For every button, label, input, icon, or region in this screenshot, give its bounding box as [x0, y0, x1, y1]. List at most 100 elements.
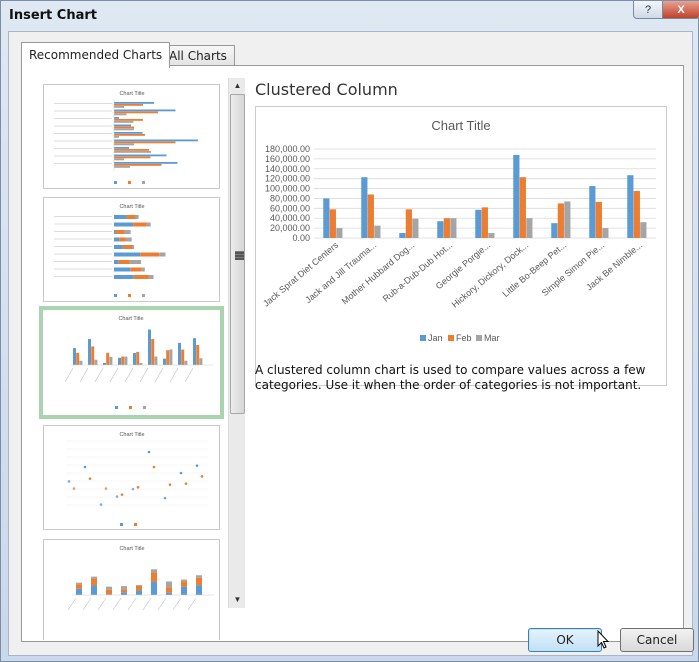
thumb-label-line [157, 597, 167, 611]
thumb-bar [184, 360, 188, 365]
thumb-bar [114, 126, 134, 129]
thumb-bar [181, 349, 185, 365]
thumb-bar [114, 222, 134, 227]
cancel-button[interactable]: Cancel [620, 628, 694, 652]
close-button[interactable]: X [662, 1, 699, 19]
ok-button[interactable]: OK [528, 628, 602, 652]
thumb-legend-swatch [128, 181, 131, 184]
thumb-legend-swatch [115, 406, 118, 409]
thumb-bar [114, 117, 119, 119]
thumb-bar [114, 139, 198, 142]
bar-jan [551, 223, 558, 238]
close-icon: X [677, 3, 685, 16]
thumb-bar [163, 358, 166, 365]
thumb-bar [169, 349, 173, 365]
chart-thumbnail-list: Chart Title Chart Title Chart Title Char… [35, 78, 245, 640]
thumb-bar [196, 585, 202, 595]
thumbnail-clustered-column[interactable]: Chart Title [39, 306, 224, 419]
thumb-bar [124, 356, 128, 365]
thumb-bar [114, 113, 127, 116]
thumbnail-stacked-column[interactable]: Chart Title [43, 539, 220, 640]
thumb-bar [133, 222, 147, 227]
bar-feb [329, 209, 336, 238]
thumb-point [88, 477, 92, 480]
bar-mar [602, 228, 609, 238]
scrollbar-thumb[interactable]: ▬ ▬ ▬ [230, 94, 245, 414]
thumb-bar [114, 151, 151, 153]
thumb-bar [151, 581, 157, 595]
thumb-point [120, 493, 124, 496]
bar-mar [640, 222, 647, 238]
thumb-bar [114, 245, 123, 249]
thumb-bar [159, 252, 166, 257]
thumb-bar [76, 582, 82, 585]
thumb-label-line [154, 367, 164, 383]
thumb-bar [118, 357, 121, 365]
tab-recommended-charts[interactable]: Recommended Charts [21, 42, 171, 68]
thumb-bar [114, 147, 129, 149]
thumb-bar [76, 352, 80, 365]
thumb-bar [133, 275, 149, 279]
thumb-label-line [127, 597, 137, 611]
scroll-up-icon[interactable]: ▲ [229, 78, 245, 94]
thumb-label-line [184, 367, 194, 383]
thumb-bar [114, 121, 134, 123]
thumb-bar [125, 237, 132, 242]
thumb-legend-swatch [143, 406, 146, 409]
thumb-bar [121, 592, 127, 595]
thumb-bar [114, 136, 119, 138]
thumb-point [67, 480, 71, 483]
y-tick-label: 180,000.00 [265, 144, 310, 154]
thumbnail-clustered-bar[interactable]: Chart Title [43, 84, 220, 189]
tab-all-charts[interactable]: All Charts [161, 45, 235, 66]
thumb-bar [151, 339, 155, 365]
thumb-bar [114, 132, 143, 134]
bar-jan [399, 233, 406, 238]
thumb-bar [141, 267, 145, 272]
thumb-bar [114, 215, 127, 219]
thumb-bar [181, 581, 187, 587]
thumb-bar [114, 109, 176, 112]
thumb-label-line [112, 597, 122, 611]
thumb-bar [121, 356, 125, 365]
thumb-bar [114, 230, 116, 234]
thumb-point [147, 450, 151, 454]
bar-jan [437, 221, 444, 238]
thumbnail-scatter[interactable]: Chart Title [43, 425, 220, 530]
thumb-label-line [79, 367, 89, 383]
thumb-label-line [142, 597, 152, 611]
thumb-legend-swatch [142, 294, 145, 297]
bar-mar [488, 233, 495, 238]
x-category-label: Simple Simon Pie... [540, 240, 607, 298]
bar-jan [513, 154, 520, 238]
thumb-bar [114, 267, 131, 272]
thumb-point [168, 483, 172, 486]
thumb-bar [166, 581, 172, 588]
scroll-down-icon[interactable]: ▼ [229, 592, 245, 608]
thumb-bar [114, 158, 124, 161]
help-icon: ? [644, 3, 652, 16]
thumb-point [200, 475, 204, 478]
legend-swatch [448, 335, 454, 341]
thumb-bar [114, 260, 119, 264]
x-category-label: Jack Sprat Diet Centers [261, 240, 341, 309]
thumb-bar [121, 586, 127, 590]
thumbnail-title: Chart Title [119, 432, 144, 438]
thumb-point [152, 465, 156, 469]
thumb-bar [146, 222, 151, 227]
thumb-bar [114, 156, 151, 159]
thumb-bar [76, 588, 82, 595]
thumb-bar [133, 352, 136, 365]
thumb-bar [181, 579, 187, 582]
thumbnail-stacked-bar[interactable]: Chart Title [43, 197, 220, 302]
thumbnail-title: Chart Title [119, 546, 144, 552]
thumb-bar [140, 252, 160, 257]
chart-description: A clustered column chart is used to comp… [255, 363, 646, 392]
thumbnail-scrollbar[interactable]: ▲ ▬ ▬ ▬ ▼ [228, 78, 245, 608]
help-button[interactable]: ? [633, 1, 663, 19]
thumb-bar [132, 245, 135, 249]
x-category-label: Hickory, Dickory, Dock... [450, 240, 530, 310]
thumb-label-line [67, 597, 77, 611]
thumb-bar [129, 260, 142, 264]
y-tick-label: 120,000.00 [265, 174, 310, 184]
